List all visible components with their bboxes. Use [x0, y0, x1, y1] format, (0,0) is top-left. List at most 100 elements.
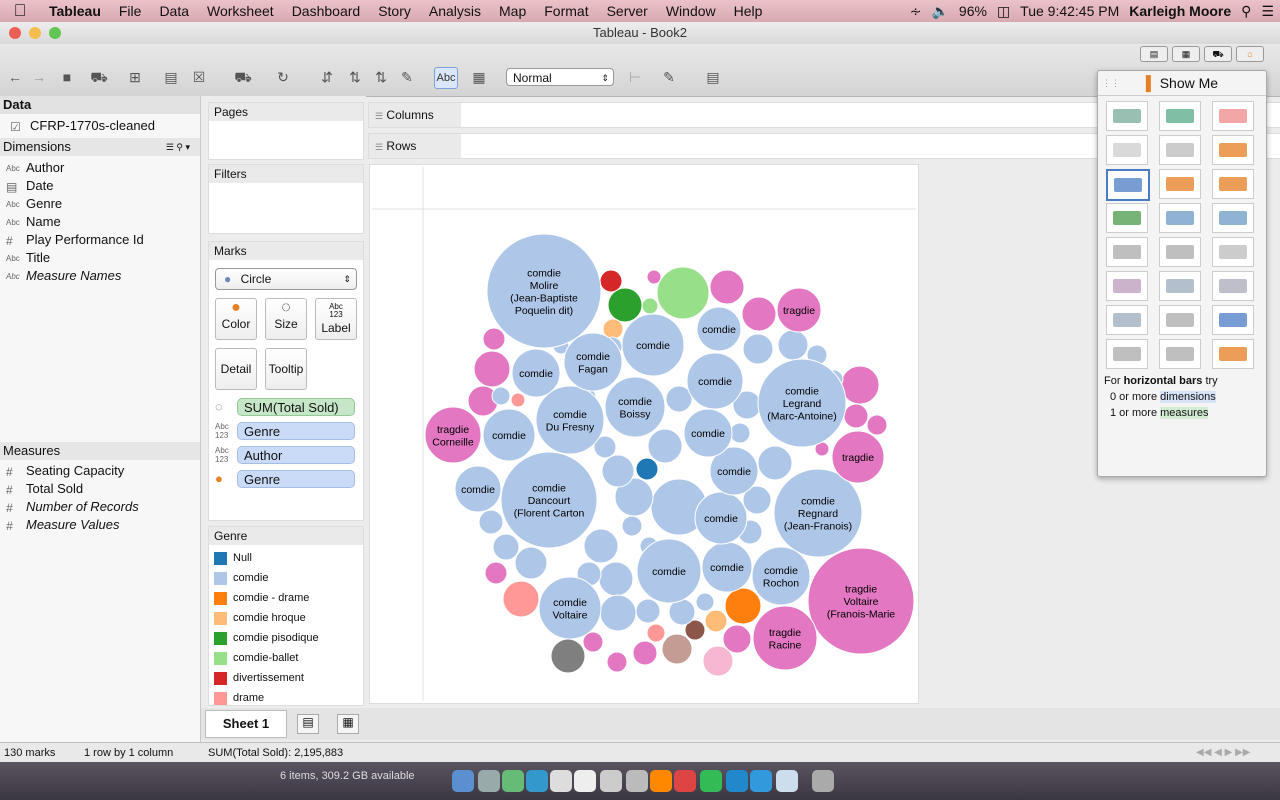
bubble-mark[interactable]	[621, 515, 643, 537]
show-me-symbol-map-icon[interactable]	[1106, 135, 1148, 165]
fit-icon[interactable]: ▦	[468, 67, 490, 87]
pen-tool-icon[interactable]: ✎	[658, 67, 680, 87]
menu-help[interactable]: Help	[725, 3, 772, 19]
highlight-icon[interactable]: ✎	[396, 67, 418, 87]
show-me-horizontal-bars-icon[interactable]	[1106, 169, 1150, 201]
filters-card[interactable]: Filters	[208, 164, 364, 234]
tooltip-button[interactable]: Tooltip	[265, 348, 307, 390]
app-icon[interactable]	[626, 770, 648, 792]
menu-format[interactable]: Format	[535, 3, 597, 19]
dimension-field[interactable]: Abc Author	[6, 159, 64, 177]
trash-icon[interactable]	[812, 770, 834, 792]
back-arrow-icon[interactable]: ←	[4, 67, 26, 87]
menu-map[interactable]: Map	[490, 3, 535, 19]
show-me-scatter-plot-icon[interactable]	[1106, 305, 1148, 335]
legend-item[interactable]: divertissement	[214, 671, 304, 687]
legend-item[interactable]: comdie pisodique	[214, 631, 319, 647]
tab-sheet-1[interactable]: Sheet 1	[205, 710, 287, 738]
bubble-mark[interactable]	[777, 329, 809, 361]
pill-label-author[interactable]: Author	[237, 446, 355, 464]
legend-item[interactable]: comdie - drame	[214, 591, 309, 607]
show-me-stacked-bars-icon[interactable]	[1159, 169, 1201, 199]
bubble-mark[interactable]	[510, 392, 526, 408]
mark-type-select[interactable]: ● Circle ⇕	[215, 268, 357, 290]
bubble-mark[interactable]	[514, 546, 548, 580]
app-icon[interactable]	[776, 770, 798, 792]
sort-ascending-icon[interactable]: ⇅	[344, 67, 366, 87]
fix-axes-icon[interactable]: ⊢	[624, 67, 646, 87]
apple-menu-icon[interactable]: 	[0, 1, 40, 21]
menu-story[interactable]: Story	[369, 3, 420, 19]
sheet-nav-icon[interactable]: ◀◀ ◀ ▶ ▶▶	[1196, 743, 1250, 763]
bubble-mark[interactable]	[601, 454, 635, 488]
show-me-circle-views-icon[interactable]	[1159, 203, 1201, 233]
bubble-mark[interactable]	[695, 592, 715, 612]
legend-item[interactable]: comdie hroque	[214, 611, 306, 627]
menu-file[interactable]: File	[110, 3, 151, 19]
duplicate-sheet-icon[interactable]: ▤	[160, 67, 182, 87]
label-button[interactable]: Abc 123 Label	[315, 298, 357, 340]
bubble-chart[interactable]: comdie Molire (Jean-Baptiste Poquelin dit)c…	[370, 165, 918, 703]
bubble-mark[interactable]	[635, 457, 659, 481]
show-me-area-continuous-icon[interactable]	[1106, 271, 1148, 301]
show-mark-labels-button[interactable]: Abc	[434, 67, 458, 89]
dimension-field[interactable]: ▤ Date	[6, 177, 53, 195]
worksheet-view[interactable]: comdie Molire (Jean-Baptiste Poquelin dit) c…	[369, 164, 919, 704]
app-icon[interactable]	[502, 770, 524, 792]
bubble-mark[interactable]	[843, 403, 869, 429]
legend-item[interactable]: drame	[214, 691, 264, 707]
show-me-header[interactable]: ⋮⋮ ▌ Show Me	[1098, 71, 1266, 96]
pill-size-total-sold[interactable]: SUM(Total Sold)	[237, 398, 355, 416]
data-source-icon[interactable]: ⛟	[88, 67, 110, 87]
color-button[interactable]: ● Color	[215, 298, 257, 340]
measure-field[interactable]: # Seating Capacity	[6, 462, 124, 480]
bubble-mark[interactable]	[724, 587, 762, 625]
dimension-field[interactable]: Abc Name	[6, 213, 61, 231]
sort-descending-icon[interactable]: ⇅	[370, 67, 392, 87]
show-me-histogram-icon[interactable]	[1159, 305, 1201, 335]
battery-icon[interactable]: ◫	[997, 3, 1010, 20]
bubble-mark[interactable]	[632, 640, 658, 666]
bubble-mark[interactable]	[484, 561, 508, 585]
wifi-icon[interactable]: ∻	[910, 3, 922, 20]
show-me-filled-map-icon[interactable]	[1159, 135, 1201, 165]
bubble-mark[interactable]	[599, 594, 637, 632]
bubble-mark[interactable]	[646, 269, 662, 285]
show-me-text-table-icon[interactable]	[1106, 101, 1148, 131]
app-store-icon[interactable]	[750, 770, 772, 792]
bubble-mark[interactable]	[722, 624, 752, 654]
show-me-packed-bubbles-icon[interactable]	[1212, 339, 1254, 369]
calendar-icon[interactable]	[574, 770, 596, 792]
show-me-heat-map-icon[interactable]	[1159, 101, 1201, 131]
menu-analysis[interactable]: Analysis	[420, 3, 490, 19]
dimension-field[interactable]: Abc Measure Names	[6, 267, 121, 285]
clear-sheet-icon[interactable]: ☒	[188, 67, 210, 87]
show-me-lines-continuous-icon[interactable]	[1106, 237, 1148, 267]
legend-item[interactable]: comdie	[214, 571, 268, 587]
show-me-side-by-side-bars-icon[interactable]	[1212, 169, 1254, 199]
show-me-highlight-table-icon[interactable]	[1212, 101, 1254, 131]
fit-select[interactable]: Normal ⇕	[506, 68, 614, 86]
volume-icon[interactable]: 🔈	[931, 3, 948, 20]
show-me-pie-chart-icon[interactable]	[1212, 135, 1254, 165]
home-icon[interactable]: ⌂	[1236, 46, 1264, 62]
bubble-mark[interactable]	[550, 638, 586, 674]
bubble-mark[interactable]	[661, 633, 693, 665]
swap-rows-columns-icon[interactable]: ⇵	[316, 67, 338, 87]
bubble-mark[interactable]	[646, 623, 666, 643]
bubble-mark[interactable]	[741, 296, 777, 332]
data-source-tab-button[interactable]: ⛟	[1204, 46, 1232, 62]
show-me-side-by-side-circles-icon[interactable]	[1212, 203, 1254, 233]
show-me-dual-lines-icon[interactable]	[1212, 237, 1254, 267]
measure-field[interactable]: # Measure Values	[6, 516, 119, 534]
launchpad-icon[interactable]	[478, 770, 500, 792]
measure-field[interactable]: # Total Sold	[6, 480, 83, 498]
search-icon[interactable]: ☰ ⚲ ▾	[166, 138, 190, 156]
menu-server[interactable]: Server	[598, 3, 657, 19]
save-icon[interactable]: ■	[56, 67, 78, 87]
spotify-icon[interactable]	[700, 770, 722, 792]
notification-center-icon[interactable]: ☰	[1261, 3, 1274, 20]
vlc-icon[interactable]	[650, 770, 672, 792]
pill-label-genre[interactable]: Genre	[237, 422, 355, 440]
finder-icon[interactable]	[452, 770, 474, 792]
